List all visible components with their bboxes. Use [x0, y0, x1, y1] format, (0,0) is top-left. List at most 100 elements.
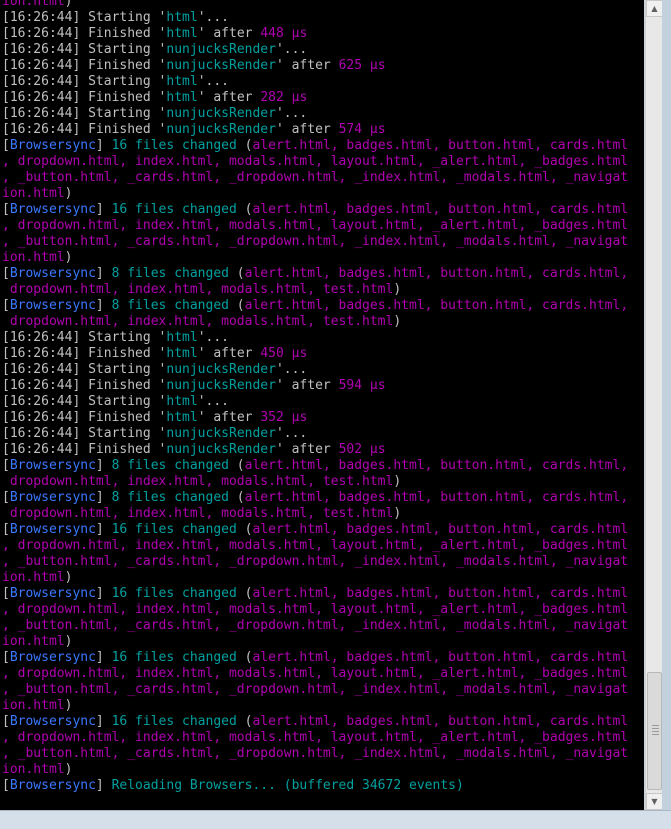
console-text-segment: '... [275, 362, 308, 377]
console-lines: ion.html) [16:26:44] Starting 'html'... [1… [2, 0, 628, 794]
console-line: [Browsersync] 16 files changed (alert.ht… [2, 650, 628, 666]
console-text-segment: ) [393, 282, 402, 297]
console-text-segment: '... [197, 330, 229, 345]
console-text-segment: , dropdown.html, index.html, modals.html… [2, 538, 629, 553]
console-text-segment: nunjucksRender [166, 442, 276, 457]
console-text-segment: ( [236, 138, 253, 153]
console-line: [16:26:44] Finished 'html' after 448 μs [2, 26, 628, 42]
console-text-segment: ) [393, 314, 402, 329]
console-text-segment: '... [197, 394, 229, 409]
console-text-segment: 8 files changed [111, 298, 229, 313]
console-line: , _button.html, _cards.html, _dropdown.h… [2, 554, 628, 570]
console-text-segment: nunjucksRender [166, 58, 276, 73]
console-text-segment: ( [236, 586, 253, 601]
console-text-segment: alert.html, badges.html, button.html, ca… [244, 490, 629, 505]
grip-line [652, 728, 659, 729]
console-text-segment: '... [275, 106, 308, 121]
console-text-segment: dropdown.html, index.html, modals.html, … [2, 474, 394, 489]
console-text-segment: ion.html [2, 634, 65, 649]
console-text-segment: alert.html, badges.html, button.html, ca… [244, 458, 629, 473]
console-text-segment: [ [2, 650, 10, 665]
console-text-segment: ( [236, 714, 253, 729]
console-text-segment: nunjucksRender [166, 42, 276, 57]
console-text-segment: ' after [197, 90, 261, 105]
console-line: [Browsersync] 16 files changed (alert.ht… [2, 202, 628, 218]
console-text-segment: ' after [275, 442, 339, 457]
console-text-segment: ) [393, 506, 402, 521]
console-text-segment: ] [95, 458, 112, 473]
console-text-segment: , _button.html, _cards.html, _dropdown.h… [2, 746, 629, 761]
console-text-segment: ) [64, 698, 73, 713]
console-line: ion.html) [2, 186, 628, 202]
console-text-segment: ' after [197, 26, 261, 41]
console-line: , dropdown.html, index.html, modals.html… [2, 218, 628, 234]
console-text-segment: , _button.html, _cards.html, _dropdown.h… [2, 682, 629, 697]
console-text-segment: ] [95, 650, 112, 665]
console-text-segment: [ [2, 714, 10, 729]
console-text-segment: 352 μs [260, 410, 308, 425]
console-line: dropdown.html, index.html, modals.html, … [2, 506, 628, 522]
console-text-segment: ( [236, 522, 253, 537]
console-text-segment: Browsersync [9, 202, 96, 217]
console-line: dropdown.html, index.html, modals.html, … [2, 282, 628, 298]
console-text-segment: ] [95, 778, 112, 793]
console-text-segment: 16 files changed [111, 586, 237, 601]
console-text-segment: 16 files changed [111, 202, 237, 217]
console-text-segment: ion.html [2, 570, 65, 585]
console-text-segment: nunjucksRender [166, 378, 276, 393]
console-text-segment: [16:26:44] Starting ' [2, 394, 167, 409]
console-text-segment: ] [95, 298, 112, 313]
console-text-segment: , _button.html, _cards.html, _dropdown.h… [2, 170, 629, 185]
grip-line [652, 734, 659, 735]
scroll-down-button[interactable]: ▼ [646, 793, 663, 810]
console-line: [16:26:44] Starting 'html'... [2, 10, 628, 26]
console-text-segment: Browsersync [9, 138, 96, 153]
console-text-segment: [ [2, 586, 10, 601]
console-text-segment: ) [64, 250, 73, 265]
console-line: [Browsersync] Reloading Browsers... (buf… [2, 778, 628, 794]
console-text-segment: ( [228, 266, 245, 281]
console-line: , dropdown.html, index.html, modals.html… [2, 538, 628, 554]
console-text-segment: [ [2, 490, 10, 505]
console-text-segment: Browsersync [9, 298, 96, 313]
console-text-segment: 594 μs [338, 378, 386, 393]
console-text-segment: 16 files changed [111, 138, 237, 153]
console-text-segment: ] [95, 266, 112, 281]
console-line: [16:26:44] Starting 'html'... [2, 394, 628, 410]
console-text-segment: '... [275, 42, 308, 57]
console-line: [Browsersync] 8 files changed (alert.htm… [2, 298, 628, 314]
chevron-down-icon: ▼ [651, 797, 658, 806]
console-text-segment: ' after [197, 346, 261, 361]
scrollbar-thumb[interactable] [647, 672, 662, 790]
console-text-segment: ] [95, 586, 112, 601]
console-text-segment: ) [393, 474, 402, 489]
console-line: ion.html) [2, 634, 628, 650]
console-text-segment: html [166, 330, 198, 345]
console-text-segment: Browsersync [9, 586, 96, 601]
console-text-segment: [16:26:44] Finished ' [2, 378, 167, 393]
console-window: ion.html) [16:26:44] Starting 'html'... [1… [0, 0, 671, 829]
console-text-segment: 450 μs [260, 346, 308, 361]
scroll-up-button[interactable]: ▲ [646, 0, 663, 17]
console-line: [16:26:44] Starting 'nunjucksRender'... [2, 106, 628, 122]
console-line: [16:26:44] Starting 'nunjucksRender'... [2, 362, 628, 378]
grip-line [652, 731, 659, 732]
console-text-segment: [ [2, 522, 10, 537]
console-text-segment: alert.html, badges.html, button.html, ca… [252, 138, 629, 153]
vertical-scrollbar[interactable]: ▲ ▼ [645, 0, 663, 810]
console-text-segment: [16:26:44] Finished ' [2, 410, 167, 425]
console-text-segment: ion.html [2, 250, 65, 265]
console-text-segment: [16:26:44] Finished ' [2, 90, 167, 105]
console-text-segment: 625 μs [338, 58, 386, 73]
console-text-segment: , _button.html, _cards.html, _dropdown.h… [2, 618, 629, 633]
console-text-segment: dropdown.html, index.html, modals.html, … [2, 506, 394, 521]
console-text-segment: Reloading Browsers... (buffered 34672 ev… [111, 778, 464, 793]
console-text-segment: [16:26:44] Finished ' [2, 122, 167, 137]
console-text-segment: ( [228, 458, 245, 473]
console-text-segment: ] [95, 714, 112, 729]
console-text-segment: , _button.html, _cards.html, _dropdown.h… [2, 554, 629, 569]
console-text-segment: ( [236, 650, 253, 665]
console-line: , _button.html, _cards.html, _dropdown.h… [2, 746, 628, 762]
terminal-output[interactable]: ion.html) [16:26:44] Starting 'html'... [1… [0, 0, 644, 810]
console-text-segment: 502 μs [338, 442, 386, 457]
